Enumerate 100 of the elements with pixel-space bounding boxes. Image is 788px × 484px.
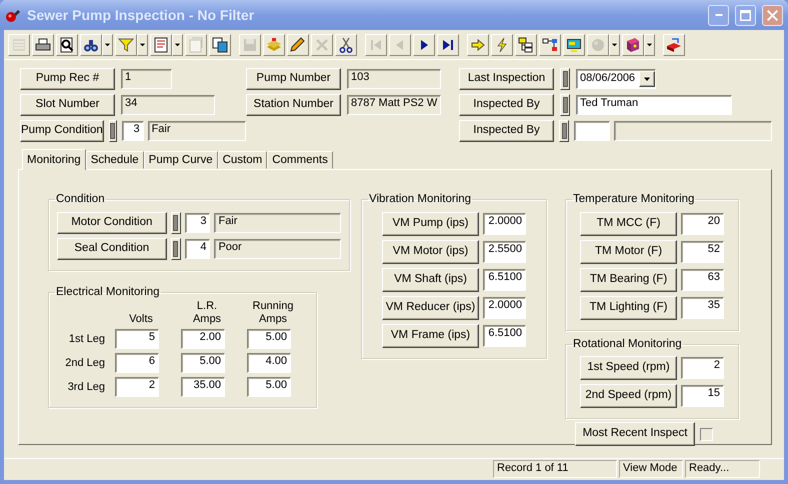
field-label-button[interactable]: Station Number bbox=[246, 94, 341, 116]
measurement-button[interactable]: 2nd Speed (rpm) bbox=[580, 384, 677, 408]
number-field[interactable]: 35.00 bbox=[181, 377, 225, 398]
toolbar-button[interactable] bbox=[437, 34, 459, 56]
number-field[interactable]: 2.5500 bbox=[483, 240, 526, 262]
toolbar-button[interactable] bbox=[32, 34, 54, 56]
minimize-icon bbox=[714, 14, 722, 16]
number-field[interactable]: 6 bbox=[115, 353, 159, 374]
field-label-button[interactable]: Inspected By bbox=[459, 94, 554, 116]
measurement-button[interactable]: TM Motor (F) bbox=[580, 240, 677, 264]
caret-icon bbox=[643, 75, 651, 83]
number-field[interactable]: 35 bbox=[681, 296, 724, 318]
text-field[interactable]: 103 bbox=[347, 69, 441, 89]
dropdown-button[interactable] bbox=[172, 34, 183, 56]
checkbox[interactable] bbox=[700, 428, 713, 440]
record-selector-button[interactable] bbox=[170, 238, 181, 260]
field-label-button[interactable]: Pump Rec # bbox=[20, 68, 115, 90]
caret-icon bbox=[104, 41, 111, 48]
tab[interactable]: Comments bbox=[267, 151, 333, 169]
tab[interactable]: Monitoring bbox=[22, 149, 86, 170]
most-recent-button[interactable]: Most Recent Inspect bbox=[575, 422, 695, 446]
scissors-icon bbox=[338, 36, 354, 52]
monitor-icon bbox=[566, 36, 582, 52]
text-field[interactable]: 8787 Matt PS2 W bbox=[347, 95, 441, 115]
dropdown-button[interactable] bbox=[609, 34, 620, 56]
number-field[interactable]: 4.00 bbox=[247, 353, 291, 374]
tab[interactable]: Custom bbox=[218, 151, 268, 169]
toolbar-button[interactable] bbox=[622, 34, 644, 56]
field-label-button[interactable]: Pump Condition bbox=[20, 120, 104, 142]
field-label-button[interactable]: Pump Number bbox=[246, 68, 341, 90]
text-field[interactable]: 34 bbox=[121, 95, 215, 115]
measurement-button[interactable]: TM Bearing (F) bbox=[580, 268, 677, 292]
measurement-button[interactable]: VM Frame (ips) bbox=[382, 324, 479, 348]
close-icon bbox=[767, 10, 778, 20]
date-field[interactable]: 08/06/2006 bbox=[576, 69, 656, 89]
toolbar-button[interactable] bbox=[56, 34, 78, 56]
record-selector-button[interactable] bbox=[560, 68, 570, 90]
code-field[interactable] bbox=[574, 121, 610, 141]
number-field[interactable]: 2.0000 bbox=[483, 296, 526, 318]
number-field[interactable]: 6.5100 bbox=[483, 268, 526, 290]
field-label-button[interactable]: Last Inspection bbox=[459, 68, 554, 90]
number-field[interactable]: 2.0000 bbox=[483, 212, 526, 234]
record-selector-button[interactable] bbox=[108, 120, 117, 142]
number-field[interactable]: 5.00 bbox=[181, 353, 225, 374]
dropdown-button[interactable] bbox=[102, 34, 113, 56]
number-field[interactable]: 52 bbox=[681, 240, 724, 262]
text-field[interactable]: 1 bbox=[121, 69, 172, 89]
toolbar-button[interactable] bbox=[150, 34, 172, 56]
number-field[interactable]: 20 bbox=[681, 212, 724, 234]
toolbar-button[interactable] bbox=[515, 34, 537, 56]
dropdown-button[interactable] bbox=[137, 34, 148, 56]
text-field[interactable]: Ted Truman bbox=[576, 95, 732, 115]
toolbar-button[interactable] bbox=[413, 34, 435, 56]
globe-icon bbox=[590, 36, 606, 52]
condition-button[interactable]: Motor Condition bbox=[57, 212, 167, 234]
toolbar-button[interactable] bbox=[563, 34, 585, 56]
dropdown-button[interactable] bbox=[639, 71, 655, 87]
status-text: Ready... bbox=[685, 460, 760, 478]
field-label-button[interactable]: Inspected By bbox=[459, 120, 554, 142]
number-field[interactable]: 2 bbox=[681, 357, 724, 379]
code-field[interactable]: 3 bbox=[184, 212, 210, 232]
number-field[interactable]: 2 bbox=[115, 377, 159, 398]
record-selector-button[interactable] bbox=[559, 120, 569, 142]
code-field[interactable]: 3 bbox=[122, 121, 144, 141]
caret-icon bbox=[646, 41, 653, 48]
measurement-button[interactable]: 1st Speed (rpm) bbox=[580, 356, 677, 380]
condition-button[interactable]: Seal Condition bbox=[57, 238, 167, 260]
record-selector-button[interactable] bbox=[170, 212, 181, 234]
measurement-button[interactable]: VM Reducer (ips) bbox=[382, 296, 479, 320]
tab[interactable]: Pump Curve bbox=[144, 151, 218, 169]
toolbar-button[interactable] bbox=[539, 34, 561, 56]
measurement-button[interactable]: VM Shaft (ips) bbox=[382, 268, 479, 292]
number-field[interactable]: 5.00 bbox=[247, 377, 291, 398]
measurement-button[interactable]: VM Motor (ips) bbox=[382, 240, 479, 264]
description-field: Fair bbox=[214, 212, 341, 232]
field-label-button[interactable]: Slot Number bbox=[20, 94, 115, 116]
toolbar-button[interactable] bbox=[80, 34, 102, 56]
toolbar-button[interactable] bbox=[467, 34, 489, 56]
toolbar-button[interactable] bbox=[663, 34, 685, 56]
number-field[interactable]: 63 bbox=[681, 268, 724, 290]
code-field[interactable]: 4 bbox=[184, 238, 210, 258]
number-field[interactable]: 5 bbox=[115, 329, 159, 350]
measurement-button[interactable]: TM MCC (F) bbox=[580, 212, 677, 236]
document-icon bbox=[153, 36, 169, 52]
toolbar-button[interactable] bbox=[287, 34, 309, 56]
number-field[interactable]: 5.00 bbox=[247, 329, 291, 350]
status-text: Record 1 of 11 bbox=[493, 460, 617, 478]
toolbar-button[interactable] bbox=[209, 34, 231, 56]
measurement-button[interactable]: VM Pump (ips) bbox=[382, 212, 479, 236]
number-field[interactable]: 15 bbox=[681, 385, 724, 407]
toolbar-button[interactable] bbox=[335, 34, 357, 56]
group-title: Electrical Monitoring bbox=[55, 286, 161, 298]
record-selector-button[interactable] bbox=[560, 94, 570, 116]
dropdown-button[interactable] bbox=[644, 34, 655, 56]
toolbar-button[interactable] bbox=[491, 34, 513, 56]
tab[interactable]: Schedule bbox=[86, 151, 144, 169]
number-field[interactable]: 6.5100 bbox=[483, 324, 526, 346]
measurement-button[interactable]: TM Lighting (F) bbox=[580, 296, 677, 320]
number-field[interactable]: 2.00 bbox=[181, 329, 225, 350]
delete-icon bbox=[314, 36, 330, 52]
